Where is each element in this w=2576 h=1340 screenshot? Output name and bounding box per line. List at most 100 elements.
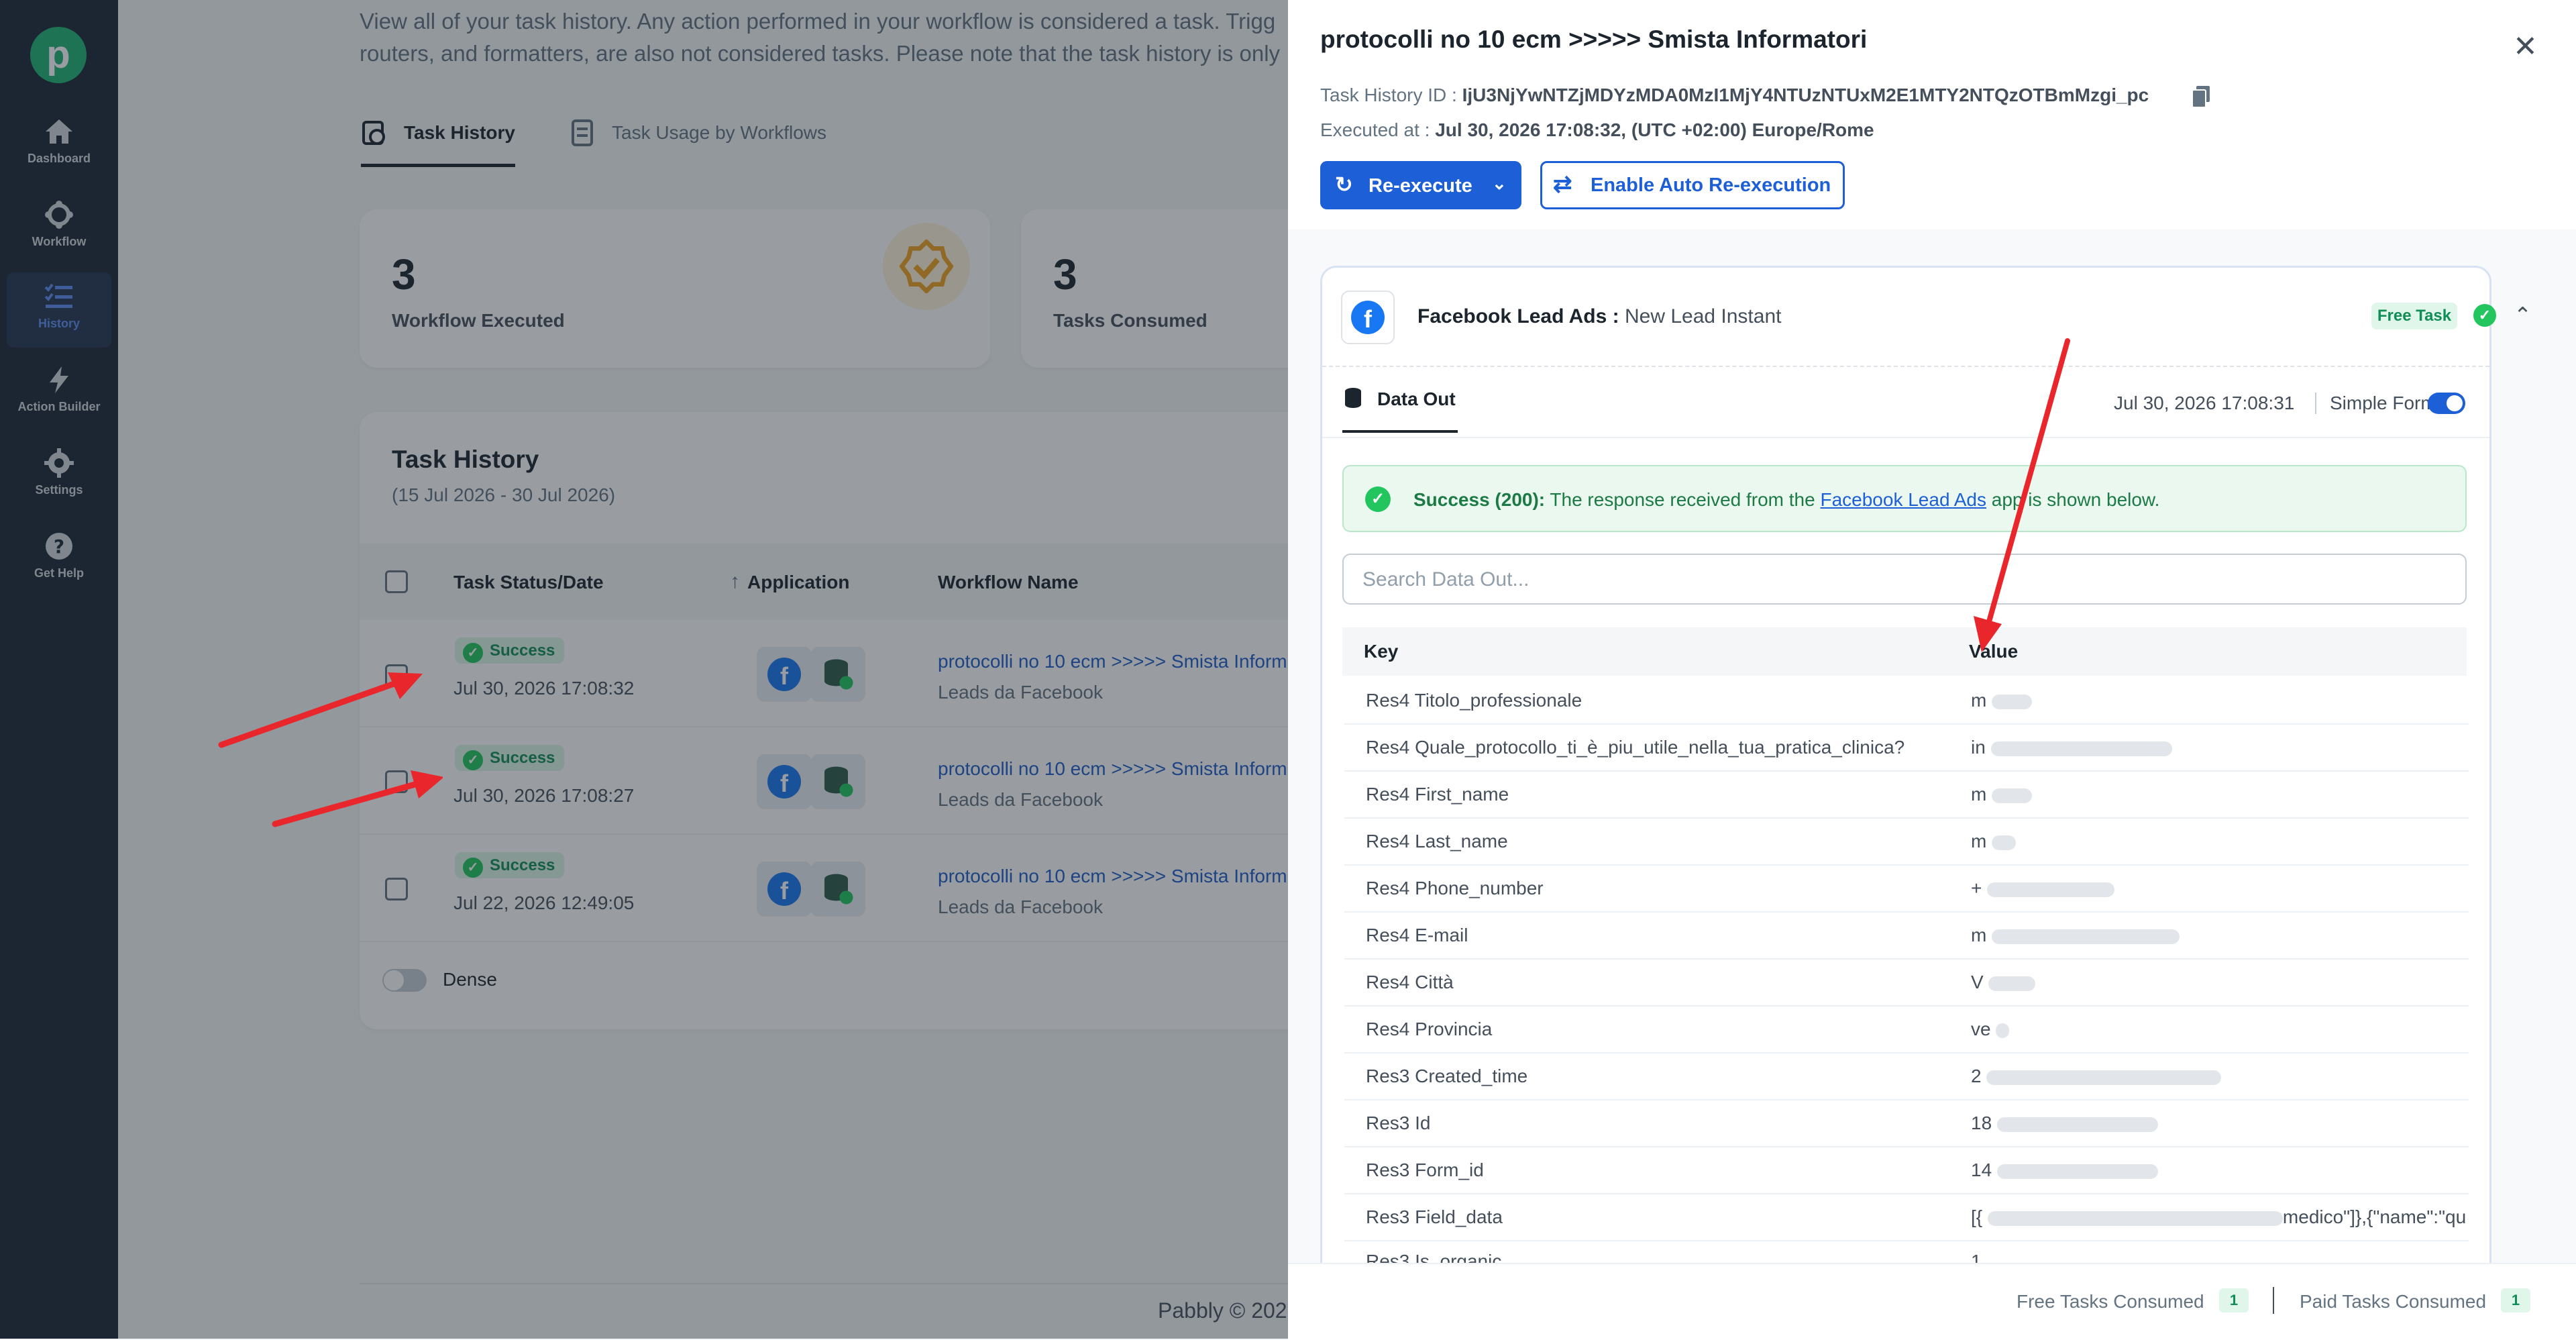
blurred-value — [1996, 1023, 2010, 1038]
auto-label: Enable Auto Re-execution — [1591, 174, 1831, 196]
tab-label: Data Out — [1377, 389, 1456, 409]
step-separator: : — [1612, 305, 1619, 327]
row-key: Res4 Provincia — [1366, 1019, 1493, 1039]
chevron-up-icon[interactable]: ⌄ — [2514, 301, 2532, 327]
re-execute-label: Re-execute — [1368, 175, 1472, 197]
row-value: m — [1971, 784, 2518, 805]
facebook-app-icon-box: f — [1341, 291, 1395, 344]
blurred-value — [1996, 1117, 2158, 1132]
table-row: Res4 Phone_number + — [1344, 864, 2469, 913]
row-value: in — [1971, 737, 2518, 758]
blurred-value — [1992, 835, 2017, 850]
database-icon — [1345, 388, 1361, 408]
table-row: Res3 Is_organic 1 — [1344, 1240, 2469, 1263]
blurred-value — [1986, 1070, 2222, 1085]
table-row: Res4 E-mail m — [1344, 911, 2469, 960]
row-value-text: m — [1971, 690, 1987, 711]
re-execute-button[interactable]: ↻ Re-execute ⌄ — [1320, 161, 1521, 209]
search-placeholder: Search Data Out... — [1362, 568, 1529, 590]
simple-format-toggle[interactable] — [2428, 393, 2465, 414]
table-row: Res4 Quale_protocollo_ti_è_piu_utile_nel… — [1344, 723, 2469, 772]
row-value-text: m — [1971, 784, 1987, 805]
row-value: + — [1971, 878, 2518, 899]
row-value: ve — [1971, 1019, 2518, 1040]
row-key: Res3 Created_time — [1366, 1066, 1528, 1086]
table-row: Res3 Id 18 — [1344, 1099, 2469, 1147]
step-event-name: New Lead Instant — [1624, 305, 1782, 327]
drawer-footer: Free Tasks Consumed 1 Paid Tasks Consume… — [1288, 1263, 2576, 1340]
row-key: Res4 First_name — [1366, 784, 1509, 805]
row-value: [{ medico"]},{"name":"qu — [1971, 1206, 2518, 1228]
row-value-tail: medico"]},{"name":"qu — [2282, 1206, 2467, 1227]
chevron-down-icon: ⌄ — [1492, 173, 1507, 193]
row-key: Res4 Phone_number — [1366, 878, 1544, 898]
row-value-text: [{ — [1971, 1206, 1983, 1227]
row-key: Res3 Field_data — [1366, 1206, 1503, 1227]
executed-at-value: Jul 30, 2026 17:08:32, (UTC +02:00) Euro… — [1435, 119, 1874, 140]
facebook-icon: f — [1351, 301, 1385, 334]
free-task-badge: Free Task — [2371, 303, 2457, 329]
data-timestamp: Jul 30, 2026 17:08:31 — [2114, 393, 2295, 413]
annotation-arrow — [1974, 338, 2070, 652]
active-tab-indicator — [1342, 430, 1458, 433]
copy-icon[interactable] — [2192, 86, 2210, 107]
facebook-lead-ads-link[interactable]: Facebook Lead Ads — [1820, 489, 1986, 510]
enable-auto-reexecution-button[interactable]: ⇄ Enable Auto Re-execution — [1540, 161, 1845, 209]
row-key: Res4 Last_name — [1366, 831, 1508, 852]
row-value: 14 — [1971, 1159, 2518, 1181]
row-value: m — [1971, 690, 2518, 711]
repeat-icon: ⇄ — [1553, 172, 1572, 197]
executed-at-label: Executed at : — [1320, 119, 1430, 140]
blurred-value — [1987, 882, 2115, 897]
close-icon[interactable]: ✕ — [2513, 30, 2538, 64]
row-value: m — [1971, 831, 2518, 852]
table-row: Res3 Created_time 2 — [1344, 1052, 2469, 1100]
row-value-text: 18 — [1971, 1113, 1992, 1133]
step-heading[interactable]: Facebook Lead Ads : New Lead Instant — [1417, 305, 1781, 328]
paid-consumed-count: 1 — [2501, 1288, 2530, 1312]
separator — [2315, 393, 2316, 414]
success-check-icon: ✓ — [2473, 304, 2496, 327]
divider — [1322, 366, 2489, 368]
table-row: Res4 Last_name m — [1344, 817, 2469, 866]
blurred-value — [1992, 694, 2033, 709]
free-consumed-label: Free Tasks Consumed — [2017, 1291, 2204, 1312]
blurred-value — [1996, 1164, 2158, 1179]
success-strong: Success (200): — [1413, 489, 1546, 510]
row-value: V — [1971, 972, 2518, 993]
annotation-arrows — [218, 672, 443, 827]
table-row: Res4 Provincia ve — [1344, 1005, 2469, 1053]
table-row: Res4 Città V — [1344, 958, 2469, 1007]
executed-at-row: Executed at : Jul 30, 2026 17:08:32, (UT… — [1320, 119, 1874, 141]
blurred-value — [1992, 788, 2033, 803]
key-header: Key — [1364, 641, 1399, 662]
row-key: Res4 E-mail — [1366, 925, 1468, 945]
row-value-text: ve — [1971, 1019, 1991, 1039]
tab-divider — [1322, 437, 2489, 438]
row-key: Res4 Titolo_professionale — [1366, 690, 1582, 711]
success-check-icon: ✓ — [1365, 486, 1391, 512]
task-id-value: IjU3NjYwNTZjMDYzMDA0MzI1MjY4NTUzNTUxM2E1… — [1462, 85, 2149, 105]
row-value: 18 — [1971, 1113, 2518, 1134]
modal-backdrop[interactable] — [0, 0, 1288, 1339]
row-value-text: in — [1971, 737, 1986, 758]
refresh-icon: ↻ — [1335, 172, 1353, 197]
blurred-value — [1990, 741, 2172, 756]
free-consumed-count: 1 — [2219, 1288, 2249, 1312]
blurred-value — [1992, 929, 2180, 944]
row-value: 2 — [1971, 1066, 2518, 1087]
row-value-text: m — [1971, 831, 1987, 852]
row-key: Res4 Città — [1366, 972, 1454, 992]
blurred-value — [1988, 976, 2036, 991]
success-alert: ✓ Success (200): The response received f… — [1342, 465, 2467, 532]
task-id-row: Task History ID : IjU3NjYwNTZjMDYzMDA0Mz… — [1320, 85, 2149, 106]
table-row: Res3 Form_id 14 — [1344, 1146, 2469, 1194]
row-value-text: 14 — [1971, 1159, 1992, 1180]
separator — [2273, 1287, 2274, 1314]
table-row: Res3 Field_data [{ medico"]},{"name":"qu — [1344, 1193, 2469, 1241]
row-value-text: 2 — [1971, 1066, 1982, 1086]
row-value-text: + — [1971, 878, 1982, 898]
drawer-title: protocolli no 10 ecm >>>>> Smista Inform… — [1320, 25, 1868, 53]
task-id-label: Task History ID : — [1320, 85, 1457, 105]
search-data-out-input[interactable]: Search Data Out... — [1342, 554, 2467, 605]
